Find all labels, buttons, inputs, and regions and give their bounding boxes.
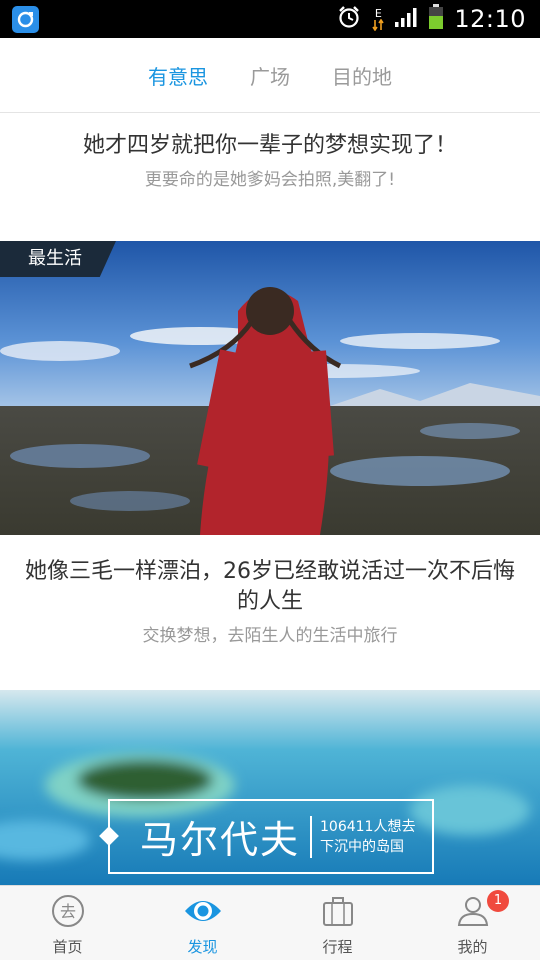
nav-me[interactable]: 1 我的 bbox=[405, 886, 540, 960]
destination-name: 马尔代夫 bbox=[140, 818, 301, 862]
article-title: 她才四岁就把你一辈子的梦想实现了！ bbox=[82, 133, 457, 158]
nav-discover[interactable]: 发现 bbox=[135, 886, 270, 960]
article-card-2[interactable]: 她像三毛一样漂泊，26岁已经敢说活过一次不后悔的人生 交换梦想，去陌生人的生活中… bbox=[0, 535, 540, 691]
alarm-icon bbox=[336, 4, 362, 34]
tab-interesting[interactable]: 有意思 bbox=[148, 61, 208, 90]
tab-destination[interactable]: 目的地 bbox=[332, 61, 392, 90]
divider bbox=[310, 815, 313, 858]
user-icon bbox=[456, 894, 490, 932]
category-ribbon: 最生活 bbox=[0, 241, 116, 277]
article-card-1[interactable]: 她才四岁就把你一辈子的梦想实现了！ 更要命的是她爹妈会拍照,美翻了! bbox=[0, 113, 540, 241]
notification-badge: 1 bbox=[487, 890, 509, 912]
destination-label-box: 马尔代夫 106411人想去 下沉中的岛国 bbox=[99, 799, 434, 874]
top-tab-bar: 有意思 广场 目的地 bbox=[0, 38, 540, 113]
nav-label: 首页 bbox=[52, 938, 83, 956]
battery-icon bbox=[428, 4, 444, 34]
wish-count: 106411人想去 bbox=[320, 818, 416, 835]
bottom-nav-bar: 去 首页 发现 行程 1 我的 bbox=[0, 885, 540, 960]
data-network-icon: E bbox=[372, 8, 384, 31]
article-subtitle: 交换梦想，去陌生人的生活中旅行 bbox=[142, 626, 398, 646]
app-notification-icon bbox=[12, 6, 39, 33]
woman-shore-photo bbox=[0, 241, 540, 535]
nav-itinerary[interactable]: 行程 bbox=[270, 886, 405, 960]
article-title: 她像三毛一样漂泊，26岁已经敢说活过一次不后悔的人生 bbox=[25, 559, 515, 614]
article-subtitle: 更要命的是她爹妈会拍照,美翻了! bbox=[144, 170, 396, 190]
clock: 12:10 bbox=[454, 5, 526, 33]
svg-text:去: 去 bbox=[59, 902, 75, 921]
nav-label: 行程 bbox=[322, 938, 353, 956]
article-image-woman-red-dress[interactable]: 最生活 bbox=[0, 241, 540, 535]
tab-square[interactable]: 广场 bbox=[250, 61, 290, 90]
destination-tagline: 下沉中的岛国 bbox=[320, 838, 405, 855]
eye-icon bbox=[183, 894, 223, 932]
destination-info: 106411人想去 下沉中的岛国 bbox=[320, 817, 415, 857]
discover-feed[interactable]: 她才四岁就把你一辈子的梦想实现了！ 更要命的是她爹妈会拍照,美翻了! 最生活 她… bbox=[0, 113, 540, 885]
go-icon: 去 bbox=[51, 894, 85, 932]
network-type-label: E bbox=[374, 6, 382, 20]
signal-icon bbox=[394, 6, 418, 32]
destination-card-maldives[interactable]: 马尔代夫 106411人想去 下沉中的岛国 bbox=[0, 690, 540, 885]
status-bar: E 12:10 bbox=[0, 0, 540, 38]
luggage-icon bbox=[321, 894, 355, 932]
nav-label: 发现 bbox=[187, 938, 218, 956]
nav-home[interactable]: 去 首页 bbox=[0, 886, 135, 960]
nav-label: 我的 bbox=[457, 938, 488, 956]
